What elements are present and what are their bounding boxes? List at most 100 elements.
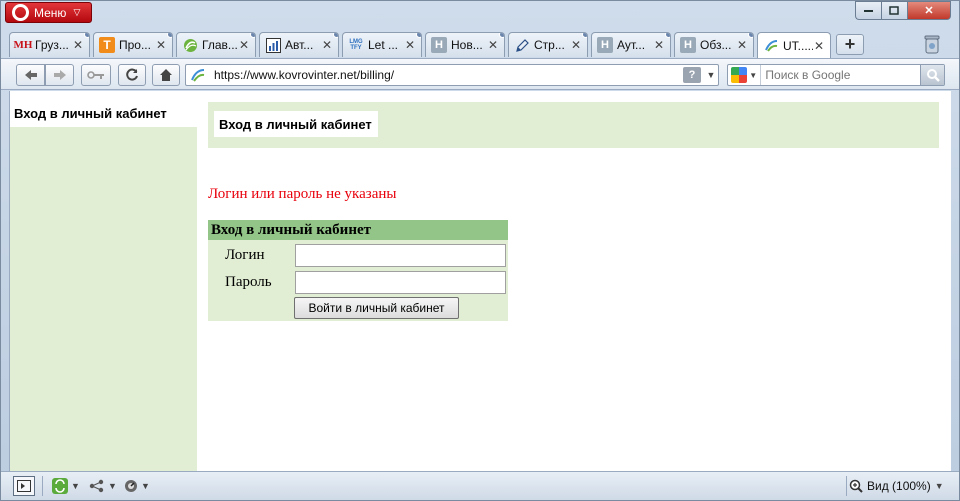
tab-9-active[interactable]: UT...... ✕ xyxy=(757,32,831,58)
login-submit-button[interactable]: Войти в личный кабинет xyxy=(294,297,459,319)
home-icon xyxy=(160,69,172,81)
sync-button[interactable]: ▼ xyxy=(51,476,81,496)
tab-indicator-icon xyxy=(167,33,172,38)
tab-indicator-icon xyxy=(84,33,89,38)
trash-button[interactable] xyxy=(921,33,943,55)
forward-button[interactable] xyxy=(45,64,74,86)
wand-button[interactable] xyxy=(81,64,111,86)
chevron-down-icon: ▼ xyxy=(934,481,944,491)
close-icon[interactable]: ✕ xyxy=(321,38,333,52)
close-icon[interactable]: ✕ xyxy=(813,39,825,53)
tab-label: UT...... xyxy=(783,38,813,53)
mh-icon: МН xyxy=(13,39,33,51)
close-icon[interactable]: ✕ xyxy=(570,38,582,52)
address-bar[interactable]: https://www.kovrovinter.net/billing/ ? ▼ xyxy=(185,64,719,86)
close-icon[interactable]: ✕ xyxy=(404,38,416,52)
zoom-icon xyxy=(849,479,863,493)
arrow-right-icon xyxy=(53,70,66,80)
opera-menu-label: Меню xyxy=(34,5,67,20)
tab-label: Про... xyxy=(119,38,151,52)
window-controls: ✕ xyxy=(855,1,951,20)
home-button[interactable] xyxy=(152,64,180,86)
help-icon[interactable]: ? xyxy=(683,67,701,83)
panel-toggle-icon xyxy=(17,480,31,492)
search-box[interactable]: ▼ xyxy=(727,64,945,86)
page-viewport: Вход в личный кабинет Вход в личный каби… xyxy=(9,91,951,471)
tab-indicator-icon xyxy=(250,33,255,38)
chevron-down-icon: ▼ xyxy=(108,481,117,491)
back-button[interactable] xyxy=(16,64,45,86)
side-panel-title: Вход в личный кабинет xyxy=(10,91,197,127)
login-form: Вход в личный кабинет Логин Пароль Войти… xyxy=(208,220,508,321)
gauge-icon xyxy=(125,480,138,492)
pencil-icon xyxy=(514,37,530,53)
close-icon: ✕ xyxy=(924,5,934,17)
close-window-button[interactable]: ✕ xyxy=(907,1,951,20)
close-icon[interactable]: ✕ xyxy=(487,38,499,52)
t-icon: T xyxy=(99,37,115,53)
title-bar: Меню ▽ ✕ xyxy=(1,1,959,27)
close-icon[interactable]: ✕ xyxy=(238,38,250,52)
password-input[interactable] xyxy=(295,271,506,294)
tab-1[interactable]: T Про... ✕ xyxy=(93,32,173,57)
error-message: Логин или пароль не указаны xyxy=(208,186,397,202)
restore-button[interactable] xyxy=(881,1,907,20)
tab-label: Глав... xyxy=(202,38,238,52)
arrow-left-icon xyxy=(24,70,37,80)
chevron-down-icon: ▼ xyxy=(71,481,80,491)
network-icon xyxy=(89,479,104,493)
search-engine-selector[interactable]: ▼ xyxy=(728,65,762,85)
login-input[interactable] xyxy=(295,244,506,267)
bar-chart-icon xyxy=(265,37,281,53)
login-form-heading: Вход в личный кабинет xyxy=(208,220,508,240)
tab-0[interactable]: МН Груз... ✕ xyxy=(9,32,90,57)
side-panel: Вход в личный кабинет xyxy=(10,91,197,471)
turbo-button[interactable]: ▼ xyxy=(121,476,153,496)
status-bar: ▼ ▼ ▼ Вид (100%) ▼ xyxy=(1,471,959,500)
address-url[interactable]: https://www.kovrovinter.net/billing/ xyxy=(214,68,683,82)
tab-label: Груз... xyxy=(35,38,69,52)
chevron-down-icon: ▽ xyxy=(73,7,81,17)
tab-indicator-icon xyxy=(582,33,587,38)
restore-icon xyxy=(889,5,899,15)
tab-label: Let ... xyxy=(368,38,399,52)
key-icon xyxy=(87,71,104,79)
chevron-down-icon: ▼ xyxy=(141,481,150,491)
tab-indicator-icon xyxy=(499,33,504,38)
close-icon[interactable]: ✕ xyxy=(736,38,748,52)
close-icon[interactable]: ✕ xyxy=(155,38,167,52)
tab-7[interactable]: H Аут... ✕ xyxy=(591,32,671,57)
new-tab-button[interactable]: + xyxy=(836,34,864,55)
opera-menu-button[interactable]: Меню ▽ xyxy=(5,2,92,23)
tab-indicator-icon xyxy=(748,33,753,38)
tab-8[interactable]: H Обз... ✕ xyxy=(674,32,754,57)
tab-6[interactable]: Стр... ✕ xyxy=(508,32,588,57)
minimize-button[interactable] xyxy=(855,1,881,20)
password-row: Пароль xyxy=(208,271,508,294)
panel-toggle-button[interactable] xyxy=(13,476,35,496)
zoom-control[interactable]: Вид (100%) ▼ xyxy=(849,476,944,496)
tab-4[interactable]: LMG TFY Let ... ✕ xyxy=(342,32,422,57)
green-swirl-icon xyxy=(182,37,198,53)
tab-label: Авт... xyxy=(285,38,314,52)
opera-logo-icon xyxy=(12,4,29,21)
chevron-down-icon[interactable]: ▼ xyxy=(704,70,718,80)
tab-5[interactable]: H Нов... ✕ xyxy=(425,32,505,57)
minimize-icon xyxy=(863,9,873,12)
tab-label: Нов... xyxy=(451,38,483,52)
close-icon[interactable]: ✕ xyxy=(72,38,84,52)
site-icon xyxy=(191,69,205,82)
page-title: Вход в личный кабинет xyxy=(214,111,378,137)
tab-3[interactable]: Авт... ✕ xyxy=(259,32,339,57)
search-button[interactable] xyxy=(920,65,944,85)
h-icon: H xyxy=(431,37,447,53)
close-icon[interactable]: ✕ xyxy=(653,38,665,52)
reload-button[interactable] xyxy=(118,64,146,86)
unite-button[interactable]: ▼ xyxy=(88,476,118,496)
trash-icon xyxy=(924,35,940,54)
tab-indicator-icon xyxy=(333,33,338,38)
page-header: Вход в личный кабинет xyxy=(208,102,939,148)
tab-2[interactable]: Глав... ✕ xyxy=(176,32,256,57)
browser-window: Меню ▽ ✕ МН Груз... ✕ T Про... ✕ Глав...… xyxy=(0,0,960,501)
search-input[interactable] xyxy=(761,66,921,84)
